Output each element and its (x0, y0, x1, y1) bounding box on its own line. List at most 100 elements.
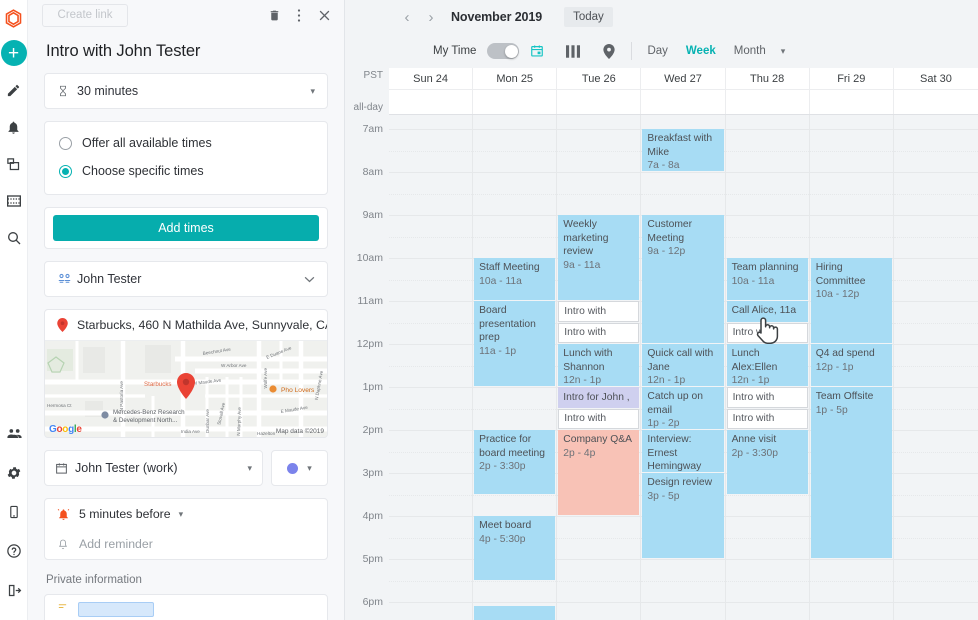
signout-icon[interactable] (1, 577, 27, 603)
day-header-6[interactable]: Sat 30 (894, 68, 978, 89)
calendar-event[interactable]: Hiring Committee 10a - 12p (810, 258, 892, 343)
offer-all-times-option[interactable]: Offer all available times (45, 129, 327, 157)
add-times-button[interactable]: Add times (53, 215, 319, 241)
day-column-6[interactable] (893, 115, 978, 620)
guest-select[interactable]: John Tester (44, 261, 328, 297)
calendar-event[interactable]: Intro with (558, 322, 640, 343)
columns-icon[interactable] (555, 44, 591, 58)
prev-week-button[interactable]: ‹ (399, 10, 415, 25)
duration-select[interactable]: 30 minutes ▾ (44, 73, 328, 109)
day-column-2[interactable]: Weekly marketing review 9a - 11a Intro wit… (557, 115, 642, 620)
mobile-icon[interactable] (1, 499, 27, 525)
pencil-icon[interactable] (1, 77, 27, 103)
time-option-group: Offer all available times Choose specifi… (44, 121, 328, 195)
calendar-event[interactable]: Breakfast with Mike 7a - 8a (642, 129, 724, 171)
calendar-select[interactable]: John Tester (work) ▾ (44, 450, 263, 486)
grid-line-hour (389, 516, 473, 517)
calendar-event[interactable]: Design review 3p - 5p (642, 473, 724, 558)
all-day-cell-3[interactable] (641, 90, 726, 114)
all-day-cell-4[interactable] (726, 90, 810, 114)
location-row[interactable]: Starbucks, 460 N Mathilda Ave, Sunnyvale… (45, 310, 327, 340)
search-icon[interactable] (1, 225, 27, 251)
calendar-event[interactable]: Customer Meeting 9a - 12p (642, 215, 724, 343)
day-column-3[interactable]: Breakfast with Mike 7a - 8a Customer Meeti… (641, 115, 726, 620)
calendar-event[interactable]: Interview: Ernest Hemingway (642, 430, 724, 472)
location-map[interactable]: N Pastoria Ave W Maude Ave Beechnut Ave … (45, 340, 327, 437)
create-link-button[interactable]: Create link (42, 3, 128, 27)
location-icon[interactable] (591, 43, 627, 59)
calendar-event[interactable]: Call Alice, 11a (726, 301, 808, 322)
calendar-event[interactable]: Lunch with Shannon 12n - 1p (558, 344, 640, 386)
close-icon[interactable] (317, 8, 332, 23)
chevron-down-icon[interactable]: ▾ (310, 86, 315, 97)
chevron-down-icon[interactable]: ▾ (179, 509, 184, 520)
chevron-down-icon[interactable]: ▾ (247, 463, 252, 474)
all-day-cell-1[interactable] (473, 90, 558, 114)
calendar-event[interactable]: Lunch Alex:Ellen 12n - 1p (726, 344, 808, 386)
calendar-box-icon[interactable] (1, 188, 27, 214)
calendar-event[interactable]: Intro for John , (558, 387, 640, 408)
all-day-cell-2[interactable] (557, 90, 642, 114)
view-week-button[interactable]: Week (677, 45, 725, 57)
chevron-down-icon[interactable] (304, 272, 315, 286)
day-header-4[interactable]: Thu 28 (726, 68, 810, 89)
calendar-event[interactable]: Intro with (558, 408, 640, 429)
day-column-1[interactable]: Staff Meeting 10a - 11a Board presentation… (473, 115, 558, 620)
calendar-event[interactable]: Intro with (726, 322, 808, 343)
day-column-4[interactable]: Team planning 10a - 11a Call Alice, 11a Int… (725, 115, 810, 620)
calendar-event[interactable]: Board presentation prep 11a - 1p (474, 301, 556, 386)
all-day-cell-6[interactable] (894, 90, 978, 114)
calendar-event[interactable]: Meet board 4p - 5:30p (474, 516, 556, 580)
chevron-down-icon[interactable]: ▾ (781, 46, 786, 57)
calendar-event[interactable]: Intro with (726, 387, 808, 408)
day-column-5[interactable]: Hiring Committee 10a - 12p Q4 ad spend 12p … (809, 115, 894, 620)
people-icon[interactable] (1, 421, 27, 447)
grid-line-half-hour (725, 150, 809, 152)
create-button[interactable]: + (0, 40, 27, 66)
today-button[interactable]: Today (564, 7, 613, 27)
briefcase-icon[interactable] (1, 151, 27, 177)
day-header-1[interactable]: Mon 25 (473, 68, 558, 89)
private-information-row[interactable] (44, 594, 328, 620)
next-week-button[interactable]: › (423, 10, 439, 25)
chevron-down-icon[interactable]: ▾ (307, 463, 312, 474)
day-header-3[interactable]: Wed 27 (641, 68, 726, 89)
bell-icon[interactable] (1, 114, 27, 140)
color-select[interactable]: ▾ (271, 450, 328, 486)
add-reminder-row[interactable]: Add reminder (45, 529, 327, 559)
calendar-event[interactable]: Staff Meeting 10a - 11a (474, 258, 556, 300)
calendar-event[interactable]: Company Q&A 2p - 4p (558, 430, 640, 515)
calendar-event[interactable]: Intro with (726, 408, 808, 429)
gear-icon[interactable] (1, 460, 27, 486)
calendar-event[interactable]: Team Offsite 1p - 5p (810, 387, 892, 558)
calendar-icon[interactable] (519, 44, 555, 58)
day-header-2[interactable]: Tue 26 (557, 68, 642, 89)
calendar-event[interactable]: Catch up on email 1p - 2p (642, 387, 724, 429)
calendar-event[interactable]: Weekly marketing review 9a - 11a (558, 215, 640, 300)
day-header-5[interactable]: Fri 29 (810, 68, 894, 89)
calendar-event[interactable]: Practice for board meeting 2p - 3:30p (474, 430, 556, 494)
day-column-0[interactable] (389, 115, 474, 620)
view-month-button[interactable]: Month (725, 45, 775, 57)
hexagon-logo-icon[interactable] (2, 6, 26, 30)
all-day-cell-0[interactable] (389, 90, 474, 114)
all-day-cell-5[interactable] (810, 90, 894, 114)
calendar-event[interactable] (474, 606, 556, 620)
calendar-event[interactable]: Team planning 10a - 11a (726, 258, 808, 300)
trash-icon[interactable] (268, 8, 281, 23)
calendar-event[interactable]: Intro with (558, 301, 640, 322)
choose-specific-times-option[interactable]: Choose specific times (45, 157, 327, 185)
day-header-0[interactable]: Sun 24 (389, 68, 474, 89)
calendar-event[interactable]: Q4 ad spend 12p - 1p (810, 344, 892, 386)
view-day-button[interactable]: Day (638, 45, 676, 57)
my-time-toggle[interactable] (487, 43, 520, 59)
help-icon[interactable] (1, 538, 27, 564)
calendar-event[interactable]: Anne visit 2p - 3:30p (726, 430, 808, 494)
calendar-event[interactable]: Quick call with Jane 12n - 1p (642, 344, 724, 386)
grid-line-half-hour (893, 537, 978, 539)
calendar-header: ‹ › November 2019 Today My Time Day Week… (345, 0, 978, 68)
private-info-field[interactable] (78, 601, 154, 617)
more-vert-icon[interactable] (297, 8, 301, 23)
reminder-row[interactable]: 5 minutes before ▾ (45, 499, 327, 529)
event-time: 2p - 4p (563, 447, 596, 459)
